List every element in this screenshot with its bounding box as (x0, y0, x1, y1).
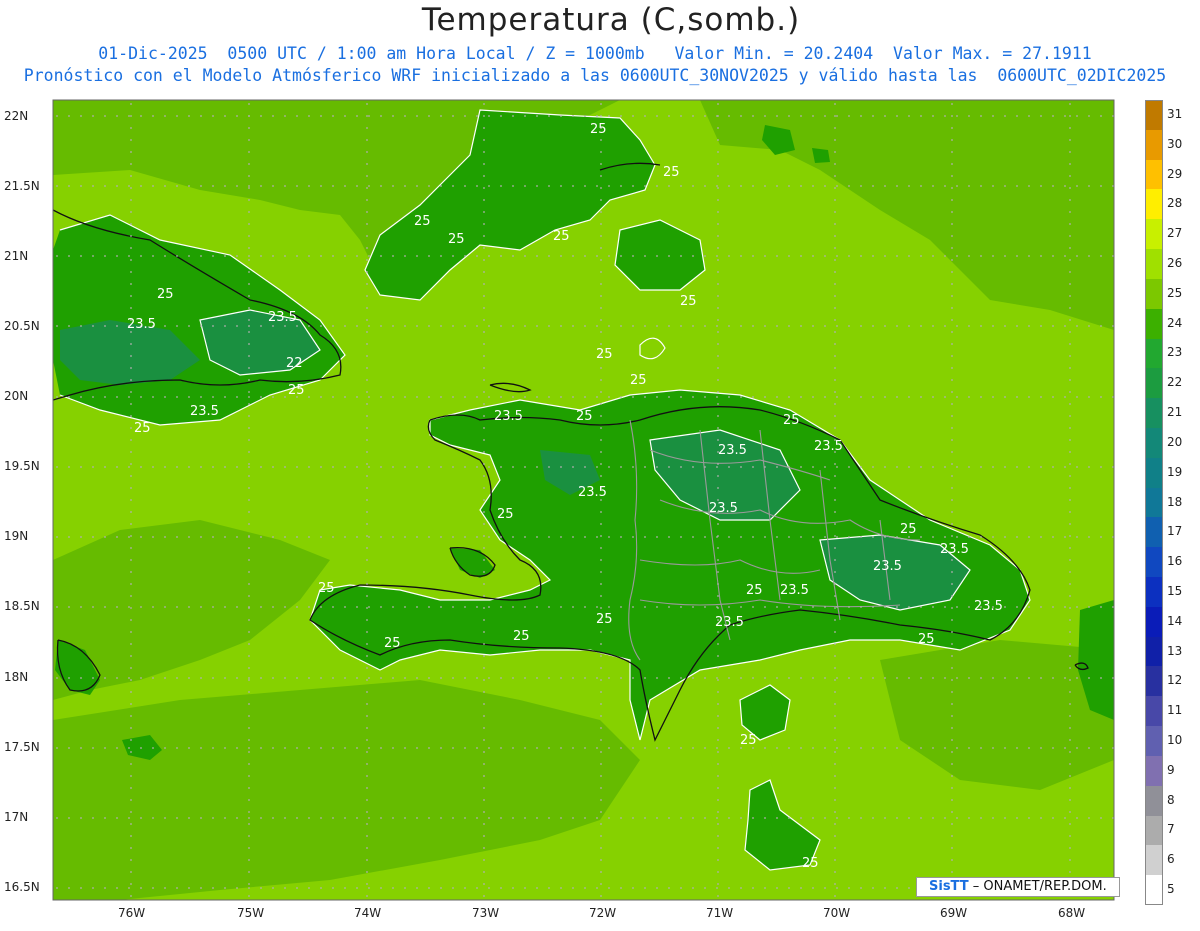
colorbar-label: 11 (1167, 703, 1183, 718)
contour-label: 25 (918, 632, 935, 647)
lat-label: 17.5N (4, 740, 40, 754)
colorbar-frame (1145, 100, 1163, 905)
contour-label: 25 (783, 413, 800, 428)
colorbar-label: 8 (1167, 792, 1175, 807)
contour-label: 25 (134, 421, 151, 436)
contour-label: 23.5 (814, 439, 843, 454)
contour-label: 23.5 (873, 559, 902, 574)
lon-label: 68W (1058, 906, 1086, 920)
contour-label: 25 (802, 856, 819, 871)
colorbar-label: 29 (1167, 166, 1183, 181)
lon-label: 70W (823, 906, 851, 920)
contour-label: 23.5 (974, 599, 1003, 614)
colorbar-label: 16 (1167, 554, 1183, 569)
colorbar-label: 18 (1167, 494, 1183, 509)
credit-box: SisTT – ONAMET/REP.DOM. (916, 877, 1120, 897)
contour-label: 25 (596, 612, 613, 627)
contour-label: 23.5 (494, 409, 523, 424)
contour-label: 23.5 (190, 404, 219, 419)
colorbar-label: 26 (1167, 255, 1183, 270)
contour-label: 25 (900, 522, 917, 537)
credit-text: – ONAMET/REP.DOM. (968, 879, 1107, 894)
contour-label: 23.5 (780, 583, 809, 598)
contour-label: 23.5 (127, 317, 156, 332)
colorbar-label: 28 (1167, 196, 1183, 211)
contour-label: 25 (318, 581, 335, 596)
contour-label: 25 (590, 122, 607, 137)
colorbar-label: 14 (1167, 613, 1183, 628)
lat-label: 18.5N (4, 599, 40, 613)
lon-label: 72W (589, 906, 617, 920)
colorbar-label: 13 (1167, 643, 1183, 658)
colorbar-label: 7 (1167, 822, 1175, 837)
colorbar-label: 20 (1167, 434, 1183, 449)
colorbar-label: 15 (1167, 583, 1183, 598)
colorbar-label: 30 (1167, 136, 1183, 151)
lat-label: 17N (4, 810, 29, 824)
lon-label: 75W (237, 906, 265, 920)
lat-label: 22N (4, 109, 29, 123)
lat-label: 21N (4, 249, 29, 263)
contour-label: 25 (680, 294, 697, 309)
colorbar-label: 31 (1167, 106, 1183, 121)
contour-label: 23.5 (709, 501, 738, 516)
contour-label: 25 (414, 214, 431, 229)
colorbar-label: 22 (1167, 375, 1183, 390)
colorbar-label: 21 (1167, 405, 1183, 420)
colorbar-label: 25 (1167, 285, 1183, 300)
colorbar-label: 9 (1167, 762, 1175, 777)
contour-label: 25 (513, 629, 530, 644)
colorbar-label: 10 (1167, 733, 1183, 748)
contour-label: 25 (553, 229, 570, 244)
contour-label: 22 (286, 356, 303, 371)
lat-label: 21.5N (4, 179, 40, 193)
contour-label: 23.5 (715, 615, 744, 630)
contour-label: 25 (288, 383, 305, 398)
colorbar-label: 17 (1167, 524, 1183, 539)
colorbar-label: 27 (1167, 226, 1183, 241)
lon-label: 71W (706, 906, 734, 920)
sistt-logo: SisTT (929, 879, 969, 894)
colorbar-label: 6 (1167, 852, 1175, 867)
lon-label: 74W (354, 906, 382, 920)
colorbar-label: 23 (1167, 345, 1183, 360)
lat-label: 19N (4, 529, 29, 543)
contour-label: 25 (448, 232, 465, 247)
contour-label: 25 (663, 165, 680, 180)
contour-label: 25 (497, 507, 514, 522)
lat-label: 18N (4, 670, 29, 684)
contour-label: 25 (630, 373, 647, 388)
colorbar-label: 24 (1167, 315, 1183, 330)
contour-label: 23.5 (718, 443, 747, 458)
colorbar-label: 19 (1167, 464, 1183, 479)
contour-label: 25 (157, 287, 174, 302)
contour-label: 25 (576, 409, 593, 424)
contour-label: 25 (596, 347, 613, 362)
temperature-map: 25 25 25 25 25 25 25 25 25 23.5 23.5 22 … (0, 0, 1200, 927)
contour-label: 25 (746, 583, 763, 598)
lat-label: 19.5N (4, 459, 40, 473)
colorbar-label: 5 (1167, 882, 1175, 897)
contour-label: 23.5 (268, 310, 297, 325)
contour-label: 25 (740, 733, 757, 748)
contour-label: 25 (384, 636, 401, 651)
lon-label: 76W (118, 906, 146, 920)
contour-label: 23.5 (578, 485, 607, 500)
lat-label: 20.5N (4, 319, 40, 333)
colorbar-label: 12 (1167, 673, 1183, 688)
lat-label: 16.5N (4, 880, 40, 894)
lon-label: 73W (472, 906, 500, 920)
map-canvas: 25 25 25 25 25 25 25 25 25 23.5 23.5 22 … (52, 99, 1115, 901)
contour-label: 23.5 (940, 542, 969, 557)
lon-label: 69W (940, 906, 968, 920)
lat-label: 20N (4, 389, 29, 403)
